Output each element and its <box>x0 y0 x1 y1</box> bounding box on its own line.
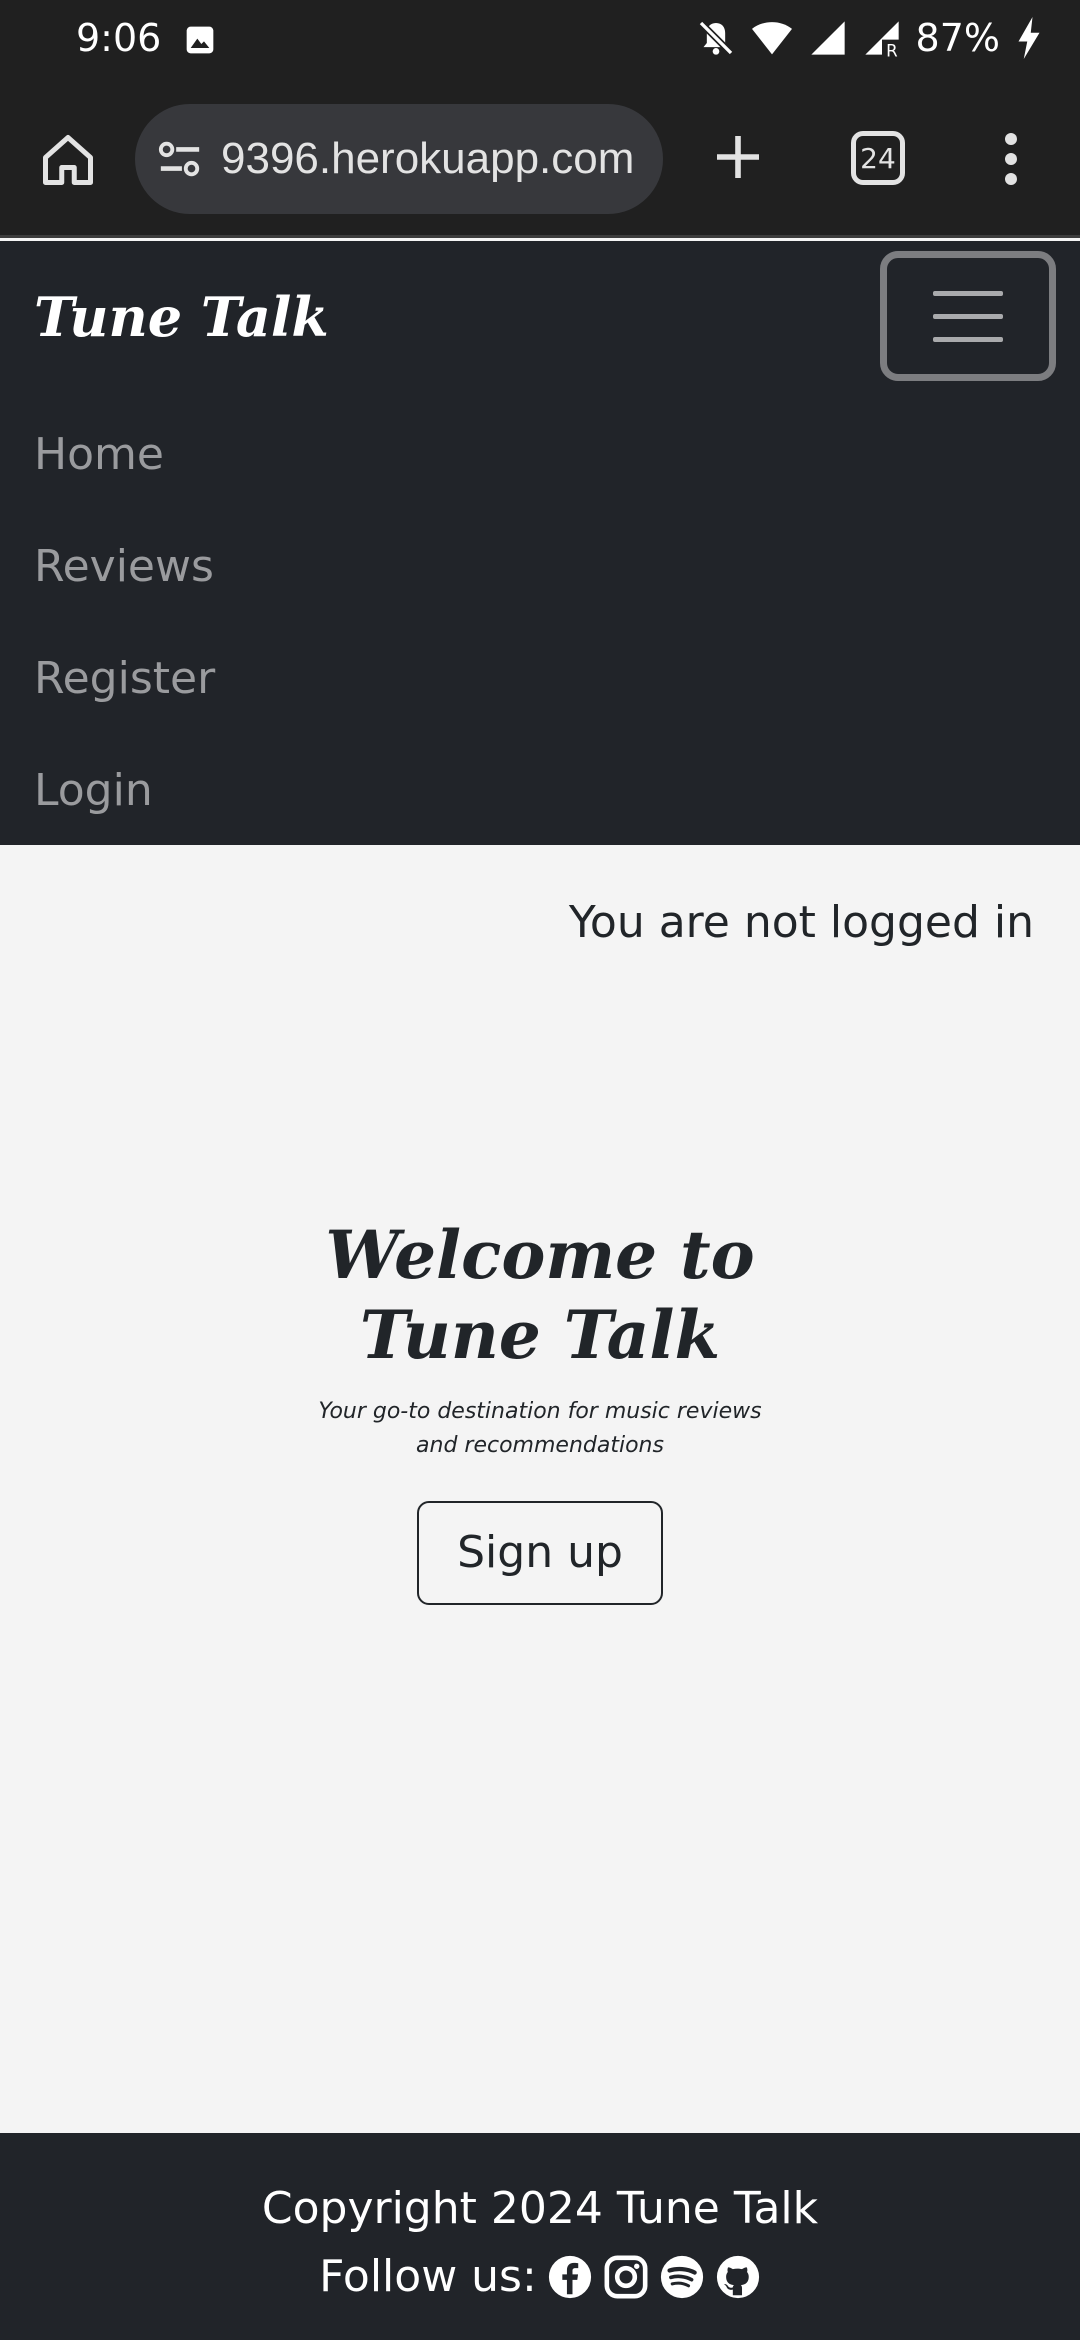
tab-switcher-icon[interactable]: 24 <box>851 131 905 185</box>
status-icons: R 87% <box>696 16 1044 60</box>
navbar-toggler-button[interactable] <box>880 251 1056 381</box>
more-vert-icon[interactable] <box>995 129 1027 189</box>
site-info-icon[interactable] <box>157 139 203 179</box>
hero-title: Welcome to Tune Talk <box>0 1215 1080 1375</box>
hero-title-line1: Welcome to <box>325 1216 755 1294</box>
github-icon[interactable] <box>715 2254 761 2300</box>
nav-item-login[interactable]: Login <box>34 735 215 847</box>
nav-item-reviews[interactable]: Reviews <box>34 511 215 623</box>
tab-count: 24 <box>860 141 896 175</box>
signal-icon <box>810 21 845 55</box>
hamburger-line <box>933 336 1003 342</box>
follow-us-label: Follow us: <box>319 2251 537 2302</box>
hero-subtitle-line1: Your go-to destination for music reviews <box>318 1399 762 1424</box>
signup-button[interactable]: Sign up <box>417 1501 663 1605</box>
svg-text:R: R <box>886 41 898 58</box>
nav-item-register[interactable]: Register <box>34 623 215 735</box>
browser-toolbar: 9396.herokuapp.com 24 <box>0 80 1080 238</box>
follow-us-row: Follow us: <box>0 2251 1080 2302</box>
signal-roaming-icon: R <box>864 21 899 58</box>
facebook-icon[interactable] <box>547 2254 593 2300</box>
status-time: 9:06 <box>76 16 162 60</box>
nav-menu: Home Reviews Register Login <box>34 399 215 847</box>
site-navbar: Tune Talk Home Reviews Register Login <box>0 241 1080 845</box>
bell-off-icon <box>698 20 733 56</box>
hero-title-line2: Tune Talk <box>359 1296 721 1374</box>
hero-subtitle: Your go-to destination for music reviews… <box>0 1395 1080 1463</box>
site-footer: Copyright 2024 Tune Talk Follow us: <box>0 2133 1080 2340</box>
hamburger-line <box>933 290 1003 296</box>
home-icon[interactable] <box>38 130 98 190</box>
gallery-icon <box>186 26 214 54</box>
spotify-icon[interactable] <box>659 2254 705 2300</box>
hamburger-line <box>933 313 1003 319</box>
brand-logo[interactable]: Tune Talk <box>34 285 329 349</box>
charging-icon <box>1018 17 1040 59</box>
hero-section: Welcome to Tune Talk Your go-to destinat… <box>0 1215 1080 1605</box>
address-bar[interactable]: 9396.herokuapp.com <box>135 104 663 214</box>
main-content: You are not logged in Welcome to Tune Ta… <box>0 845 1080 2133</box>
hero-subtitle-line2: and recommendations <box>416 1433 664 1458</box>
copyright-text: Copyright 2024 Tune Talk <box>261 2183 819 2234</box>
battery-percent: 87% <box>915 16 1000 60</box>
url-text[interactable]: 9396.herokuapp.com <box>221 134 634 184</box>
plus-icon[interactable] <box>710 129 766 185</box>
nav-item-home[interactable]: Home <box>34 399 215 511</box>
status-bar: 9:06 R 87% <box>0 0 1080 80</box>
wifi-icon <box>751 22 792 55</box>
instagram-icon[interactable] <box>603 2254 649 2300</box>
login-status-text: You are not logged in <box>568 897 1034 948</box>
